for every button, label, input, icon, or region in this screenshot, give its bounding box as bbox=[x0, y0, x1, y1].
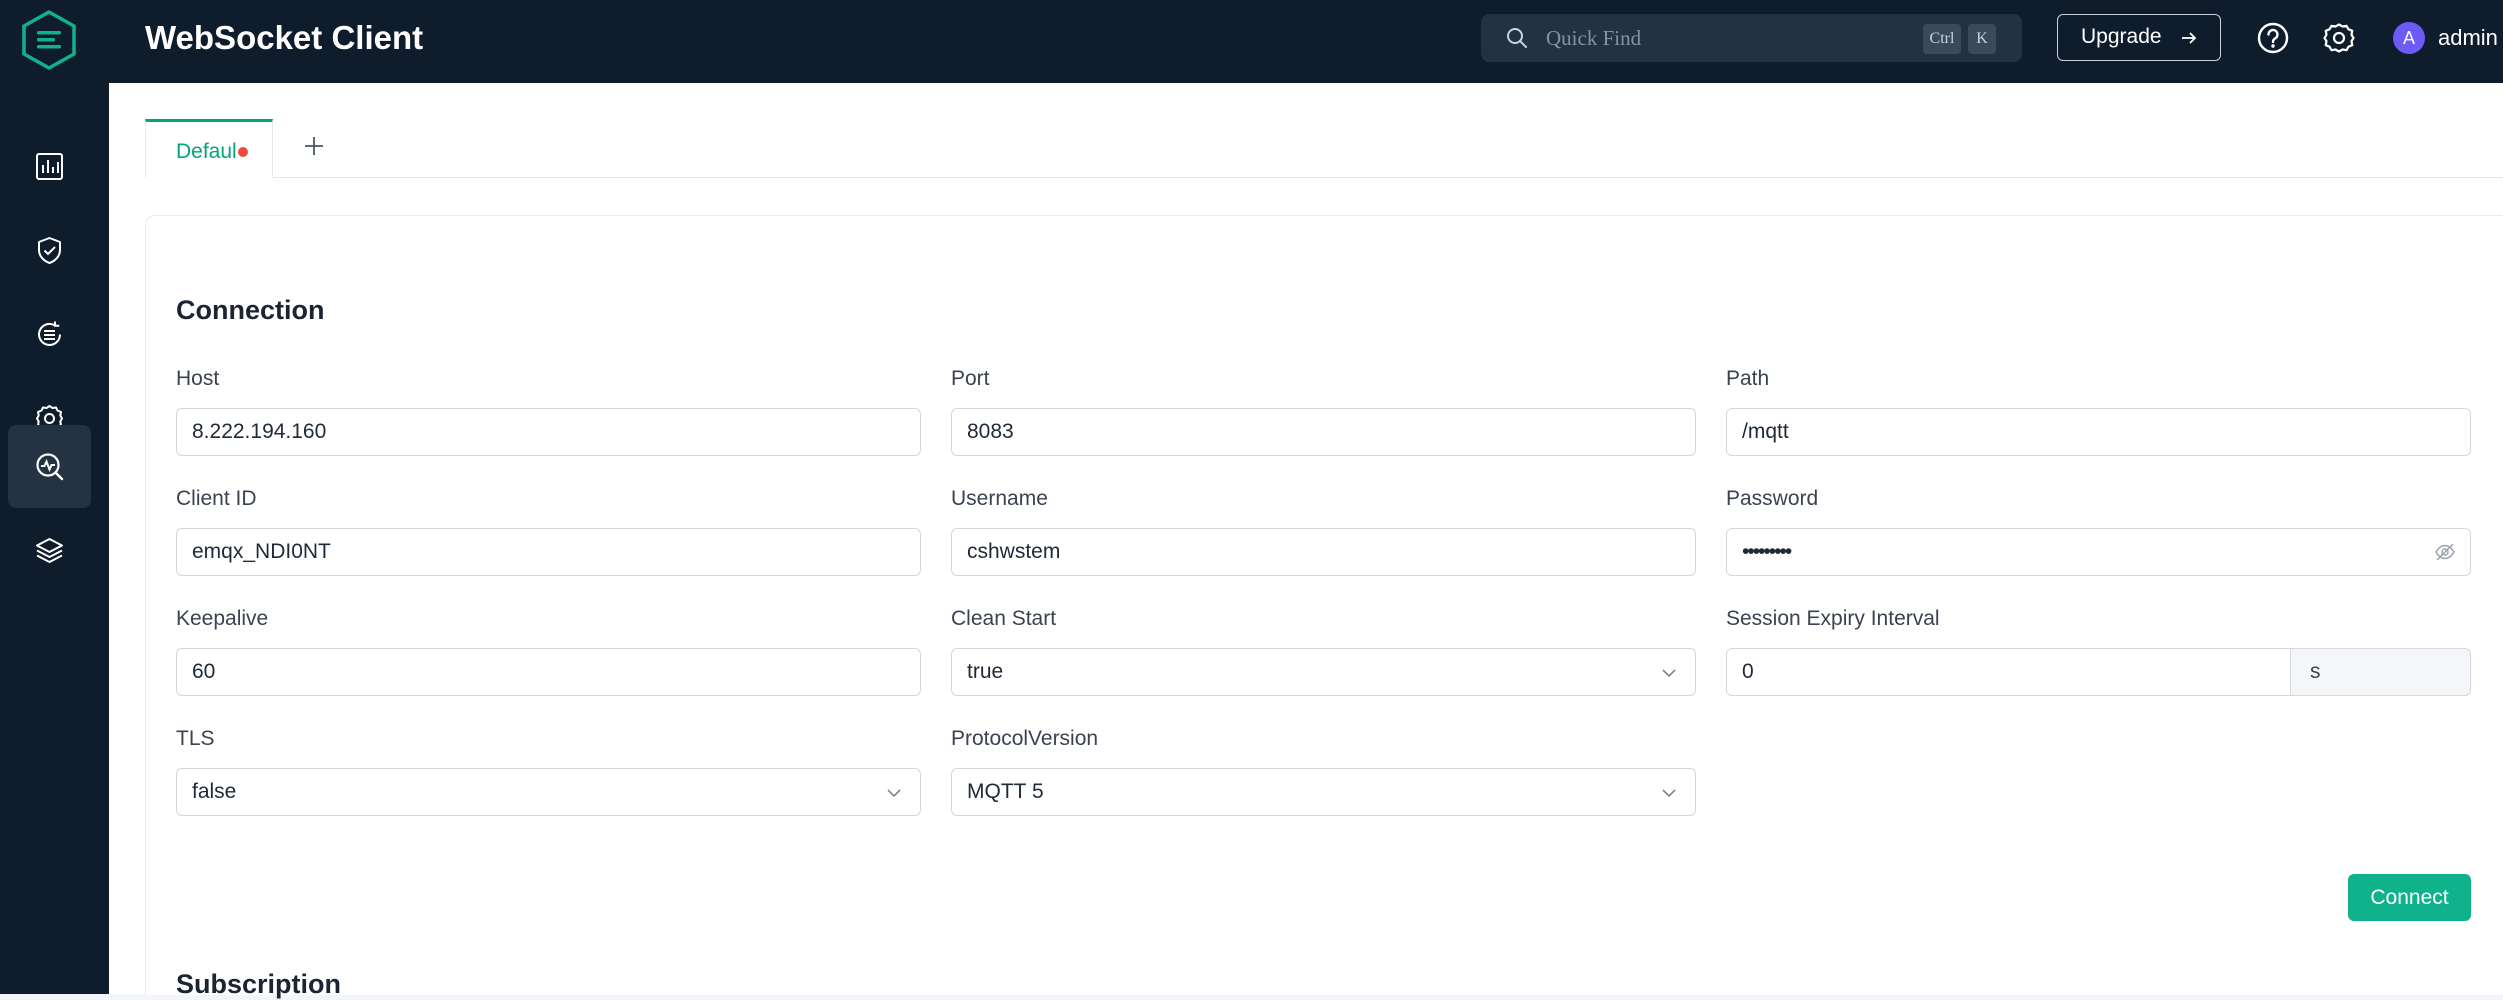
layers-icon bbox=[36, 538, 63, 563]
gear-icon[interactable] bbox=[2322, 21, 2356, 55]
session-expiry-value: 0 bbox=[1742, 660, 1754, 683]
upgrade-button[interactable]: Upgrade bbox=[2057, 14, 2221, 61]
username-value: cshwstem bbox=[967, 540, 1061, 563]
tls-value: false bbox=[192, 780, 237, 803]
path-value: /mqtt bbox=[1742, 420, 1789, 443]
keepalive-value: 60 bbox=[192, 660, 216, 683]
password-value: ••••••••• bbox=[1742, 540, 1792, 563]
quick-find-search[interactable]: Quick Find Ctrl K bbox=[1481, 14, 2022, 62]
sidebar-item-diagnose[interactable] bbox=[8, 425, 91, 508]
help-icon[interactable] bbox=[2256, 21, 2290, 55]
avatar[interactable]: A bbox=[2393, 22, 2425, 54]
host-value: 8.222.194.160 bbox=[192, 420, 327, 443]
top-bar: WebSocket Client Quick Find Ctrl K Upgra… bbox=[0, 0, 2503, 83]
chevron-down-icon bbox=[1662, 669, 1676, 678]
protocol-version-value: MQTT 5 bbox=[967, 780, 1044, 803]
sidebar-item-access-control[interactable] bbox=[8, 209, 91, 292]
protocol-version-select[interactable]: MQTT 5 bbox=[951, 768, 1696, 816]
connection-title: Connection bbox=[176, 295, 325, 325]
emqx-logo-icon[interactable] bbox=[18, 9, 80, 71]
host-label: Host bbox=[176, 367, 220, 390]
sidebar-item-extensions[interactable] bbox=[8, 509, 91, 592]
clean-start-label: Clean Start bbox=[951, 607, 1057, 630]
session-expiry-unit-text: s bbox=[2310, 660, 2321, 683]
integration-icon bbox=[38, 321, 61, 346]
tab-label: Defaul bbox=[176, 140, 237, 163]
host-field[interactable]: 8.222.194.160 bbox=[176, 408, 921, 456]
tls-select[interactable]: false bbox=[176, 768, 921, 816]
arrow-right-icon bbox=[2182, 32, 2197, 44]
path-label: Path bbox=[1726, 367, 1770, 390]
sidebar-item-integration[interactable] bbox=[8, 293, 91, 376]
password-label: Password bbox=[1726, 487, 1819, 510]
connect-button[interactable]: Connect bbox=[2348, 874, 2471, 921]
upgrade-label: Upgrade bbox=[2081, 25, 2162, 48]
shortcut-key-k: K bbox=[1968, 24, 1996, 54]
unsaved-dot-icon bbox=[238, 147, 248, 157]
shortcut-key-ctrl: Ctrl bbox=[1923, 24, 1961, 54]
client-id-value: emqx_NDI0NT bbox=[192, 540, 331, 563]
session-expiry-label: Session Expiry Interval bbox=[1726, 607, 1940, 630]
user-name[interactable]: admin bbox=[2438, 23, 2498, 53]
username-label: Username bbox=[951, 487, 1048, 510]
password-field[interactable]: ••••••••• bbox=[1726, 528, 2471, 576]
client-id-field[interactable]: emqx_NDI0NT bbox=[176, 528, 921, 576]
page-title: WebSocket Client bbox=[145, 19, 424, 56]
port-field[interactable]: 8083 bbox=[951, 408, 1696, 456]
chevron-down-icon bbox=[1662, 789, 1676, 798]
diagnose-icon bbox=[36, 453, 64, 481]
client-id-label: Client ID bbox=[176, 487, 257, 510]
username-field[interactable]: cshwstem bbox=[951, 528, 1696, 576]
keepalive-label: Keepalive bbox=[176, 607, 269, 630]
eye-hidden-icon[interactable] bbox=[2434, 541, 2456, 563]
add-tab-icon[interactable] bbox=[300, 132, 328, 160]
keepalive-field[interactable]: 60 bbox=[176, 648, 921, 696]
sidebar-item-dashboard[interactable] bbox=[8, 125, 91, 208]
path-field[interactable]: /mqtt bbox=[1726, 408, 2471, 456]
sidebar bbox=[0, 83, 109, 994]
connection-card bbox=[145, 215, 2503, 995]
protocol-version-label: ProtocolVersion bbox=[951, 727, 1099, 750]
shield-check-icon bbox=[38, 237, 61, 264]
session-expiry-field[interactable]: 0 bbox=[1726, 648, 2292, 696]
session-expiry-unit: s bbox=[2290, 648, 2471, 696]
tls-label: TLS bbox=[176, 727, 215, 750]
clean-start-select[interactable]: true bbox=[951, 648, 1696, 696]
clean-start-value: true bbox=[967, 660, 1004, 683]
search-placeholder: Quick Find bbox=[1546, 26, 1642, 50]
search-icon bbox=[1507, 28, 1527, 48]
port-label: Port bbox=[951, 367, 990, 390]
tab-bar-divider bbox=[145, 177, 2503, 178]
tab-default[interactable]: Defaul bbox=[145, 119, 273, 178]
subscription-title: Subscription bbox=[176, 969, 342, 999]
port-value: 8083 bbox=[967, 420, 1014, 443]
dashboard-icon bbox=[36, 153, 63, 180]
chevron-down-icon bbox=[887, 789, 901, 798]
